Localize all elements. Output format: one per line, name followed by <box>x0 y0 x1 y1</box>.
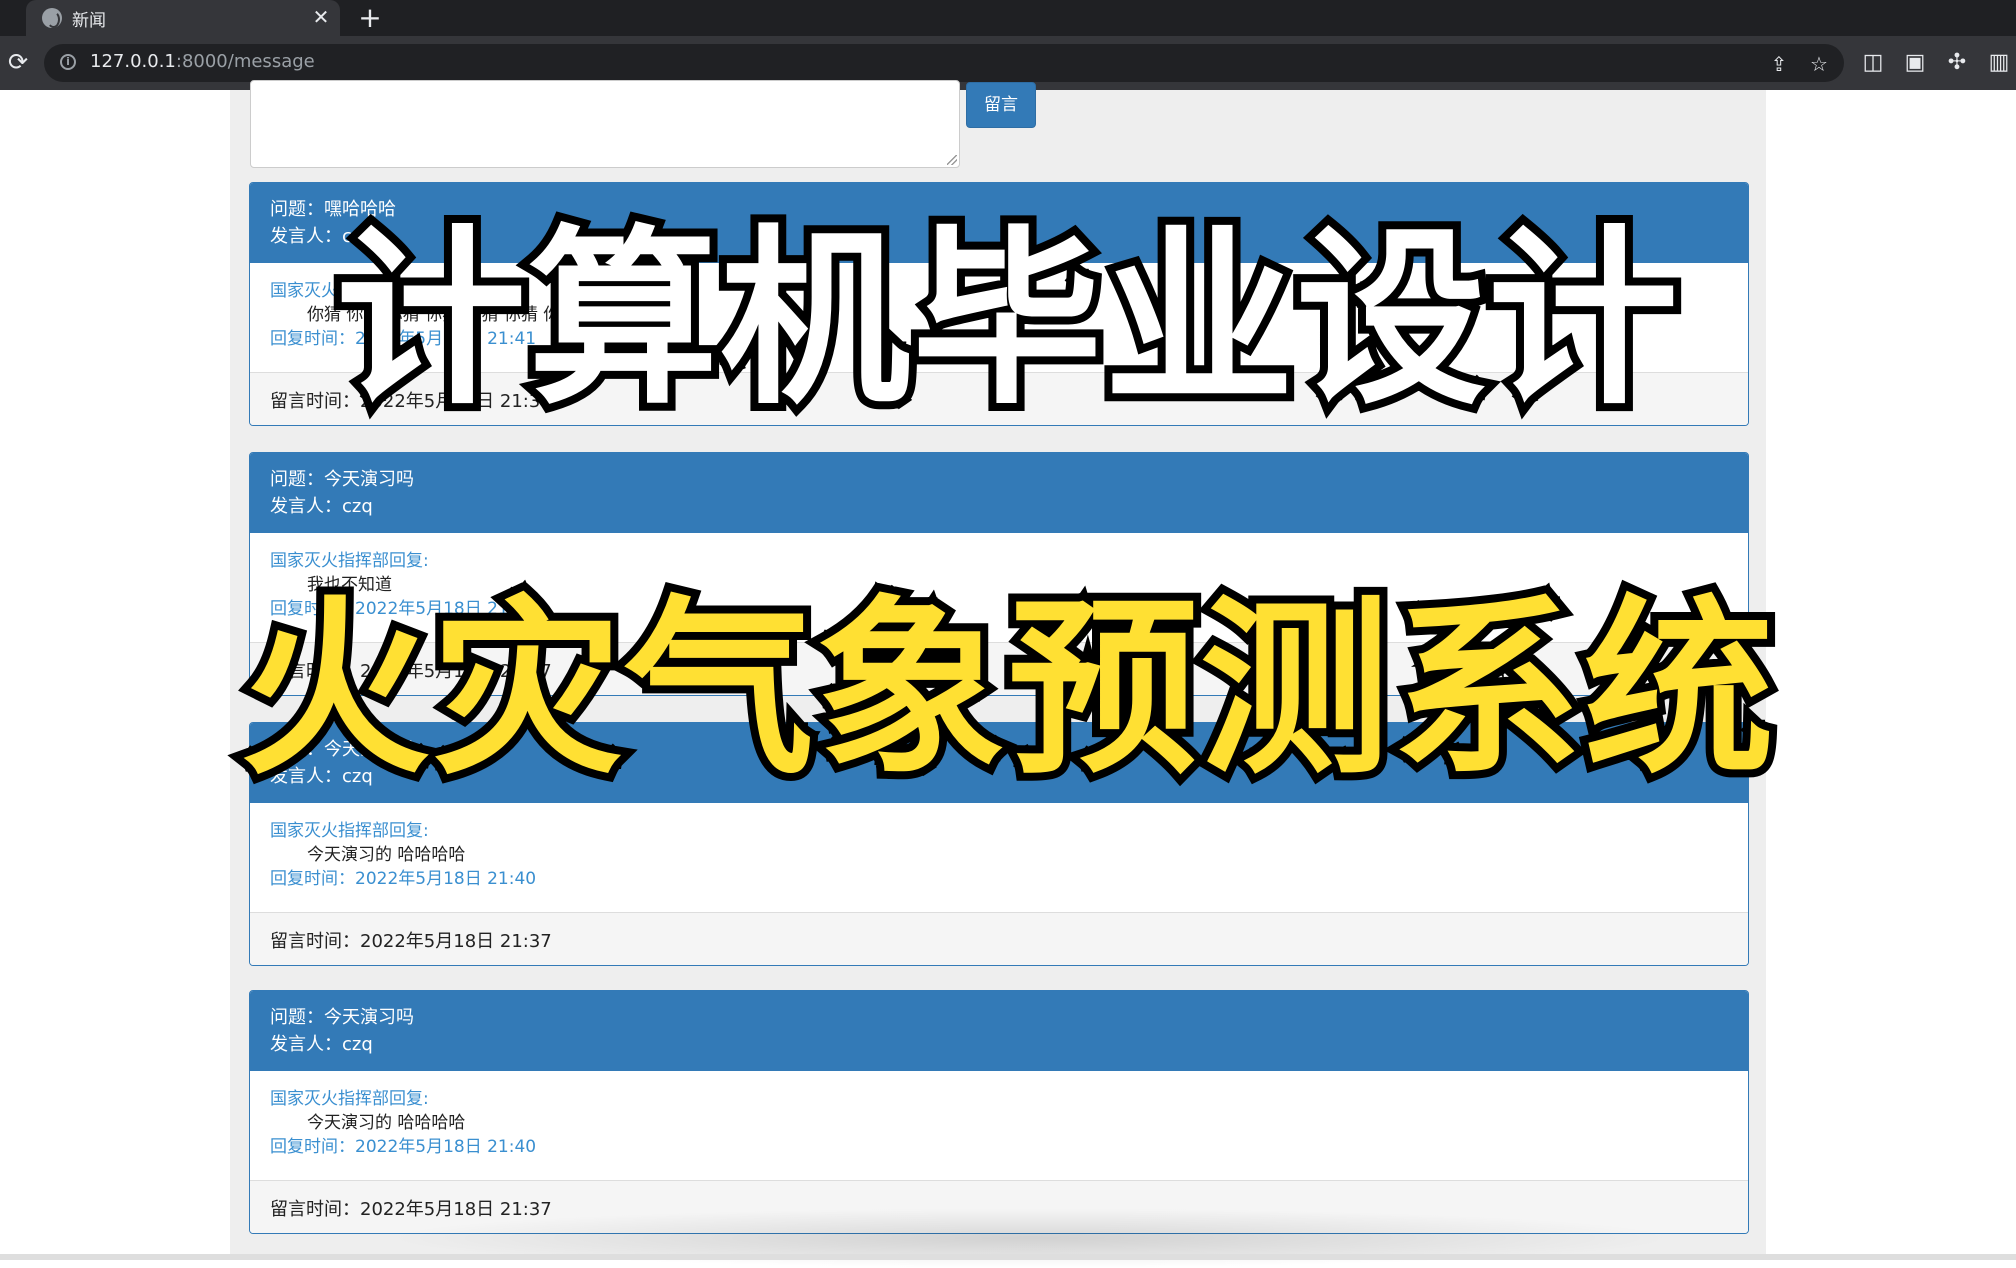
page-bottom-edge <box>0 1254 2016 1260</box>
reload-icon[interactable]: ⟳ <box>4 48 32 76</box>
reply-content: 今天演习的 哈哈哈哈 <box>307 845 466 865</box>
tab-title: 新闻 <box>72 11 106 31</box>
tab-bar: 新闻 ✕ + <box>0 0 2016 36</box>
reply-time: 回复时间：2022年5月18日 21:40 <box>270 869 537 889</box>
message-author: 发言人：czq <box>270 1034 373 1055</box>
url-text: 127.0.0.1:8000/message <box>90 51 315 72</box>
message-heading: 问题：今天演习吗 发言人：czq <box>250 453 1748 533</box>
message-time: 留言时间：2022年5月18日 21:37 <box>270 931 552 952</box>
reply-label: 国家灭火指挥部回复: <box>270 1089 429 1109</box>
message-author: 发言人：czq <box>270 496 373 517</box>
bookmark-star-icon[interactable]: ☆ <box>1806 51 1832 77</box>
address-bar[interactable]: i 127.0.0.1:8000/message ⇪ ☆ <box>44 44 1844 82</box>
reading-mode-icon[interactable]: ◫ <box>1858 48 1888 78</box>
puzzle-extensions-icon[interactable]: ✣ <box>1942 48 1972 78</box>
url-path: :8000/message <box>175 51 315 72</box>
message-panel: 问题：今天演习吗 发言人：czq 国家灭火指挥部回复: 今天演习的 哈哈哈哈 回… <box>249 990 1749 1234</box>
info-icon[interactable]: i <box>60 54 76 70</box>
message-question: 问题：今天演习吗 <box>270 1007 414 1028</box>
share-icon[interactable]: ⇪ <box>1766 51 1792 77</box>
message-heading: 问题：今天演习吗 发言人：czq <box>250 991 1748 1071</box>
overlay-title-line1: 计算机毕业设计 <box>328 201 1686 438</box>
resize-grip-icon[interactable] <box>947 155 957 165</box>
browser-tab[interactable]: 新闻 ✕ <box>26 0 340 36</box>
url-host: 127.0.0.1 <box>90 51 176 72</box>
submit-message-button[interactable]: 留言 <box>966 82 1036 128</box>
reply-label: 国家灭火指挥部回复: <box>270 821 429 841</box>
close-icon[interactable]: ✕ <box>310 4 332 30</box>
message-textarea[interactable] <box>250 80 960 168</box>
message-body: 国家灭火指挥部回复: 今天演习的 哈哈哈哈 回复时间：2022年5月18日 21… <box>250 803 1748 913</box>
message-question: 问题：今天演习吗 <box>270 469 414 490</box>
message-footer: 留言时间：2022年5月18日 21:37 <box>250 913 1748 965</box>
reply-content: 今天演习的 哈哈哈哈 <box>307 1113 466 1133</box>
reply-time: 回复时间：2022年5月18日 21:40 <box>270 1137 537 1157</box>
message-body: 国家灭火指挥部回复: 今天演习的 哈哈哈哈 回复时间：2022年5月18日 21… <box>250 1071 1748 1181</box>
new-tab-button[interactable]: + <box>356 2 384 34</box>
globe-icon <box>42 8 62 28</box>
translate-extension-icon[interactable]: ▣ <box>1900 48 1930 78</box>
overlay-title-line2: 火灾气象预测系统 <box>232 571 1782 808</box>
side-panel-icon[interactable]: ▥ <box>1984 48 2014 78</box>
